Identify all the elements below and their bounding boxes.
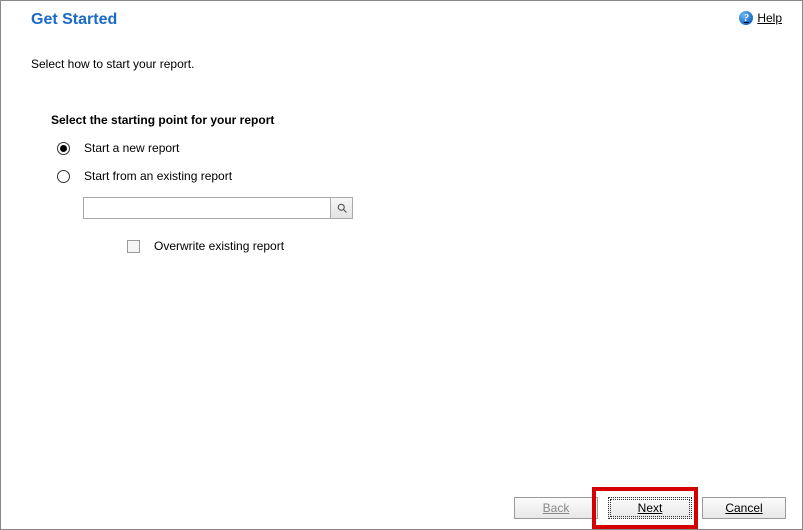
- page-title: Get Started: [31, 11, 117, 29]
- radio-start-new-label[interactable]: Start a new report: [84, 141, 179, 155]
- page-subtitle: Select how to start your report.: [1, 29, 802, 71]
- search-icon: [336, 202, 348, 214]
- browse-report-button[interactable]: [330, 198, 352, 218]
- existing-report-field-wrap: [83, 197, 353, 219]
- cancel-button[interactable]: Cancel: [702, 497, 786, 519]
- next-button[interactable]: Next: [608, 497, 692, 519]
- radio-start-existing[interactable]: [57, 170, 70, 183]
- radio-start-new[interactable]: [57, 142, 70, 155]
- help-label: Help: [757, 11, 782, 25]
- radio-start-existing-label[interactable]: Start from an existing report: [84, 169, 232, 183]
- section-heading: Select the starting point for your repor…: [51, 113, 802, 127]
- overwrite-checkbox[interactable]: [127, 240, 140, 253]
- overwrite-checkbox-label: Overwrite existing report: [154, 239, 284, 253]
- help-link[interactable]: ? Help: [739, 11, 782, 25]
- back-button[interactable]: Back: [514, 497, 598, 519]
- existing-report-input[interactable]: [84, 198, 330, 218]
- help-icon: ?: [739, 11, 753, 25]
